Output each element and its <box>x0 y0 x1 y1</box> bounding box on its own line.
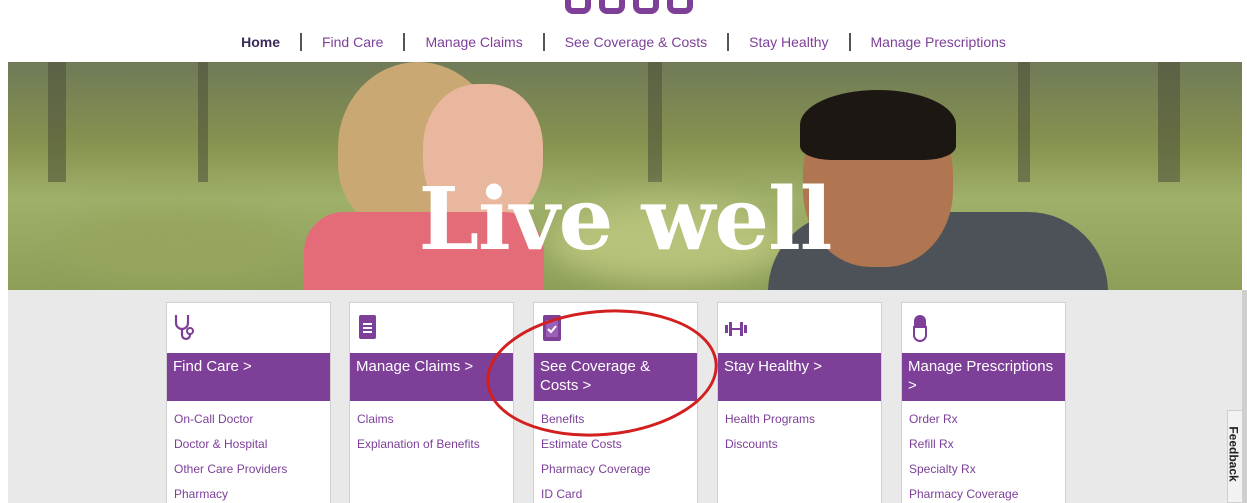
nav-see-coverage-costs[interactable]: See Coverage & Costs <box>545 34 727 50</box>
link-explanation-of-benefits[interactable]: Explanation of Benefits <box>357 436 480 461</box>
link-doctor-hospital[interactable]: Doctor & Hospital <box>174 436 287 461</box>
link-other-care-providers[interactable]: Other Care Providers <box>174 461 287 486</box>
nav-manage-claims[interactable]: Manage Claims <box>405 34 542 50</box>
link-discounts[interactable]: Discounts <box>725 436 815 461</box>
nav-home[interactable]: Home <box>221 34 300 50</box>
hero-banner: Live well <box>8 62 1242 290</box>
link-pharmacy-coverage-rx[interactable]: Pharmacy Coverage <box>909 486 1018 503</box>
stay-healthy-list: Health Programs Discounts <box>725 411 815 461</box>
link-id-card[interactable]: ID Card <box>541 486 650 503</box>
manage-prescriptions-list: Order Rx Refill Rx Specialty Rx Pharmacy… <box>909 411 1018 503</box>
link-claims[interactable]: Claims <box>357 411 480 436</box>
nav-stay-healthy[interactable]: Stay Healthy <box>729 34 848 50</box>
find-care-list: On-Call Doctor Doctor & Hospital Other C… <box>174 411 287 503</box>
manage-claims-list: Claims Explanation of Benefits <box>357 411 480 461</box>
find-care-link[interactable]: Find Care > <box>167 353 330 401</box>
hero-title: Live well <box>418 169 833 270</box>
link-refill-rx[interactable]: Refill Rx <box>909 436 1018 461</box>
card-find-care: Find Care > On-Call Doctor Doctor & Hosp… <box>166 302 331 503</box>
scrollbar[interactable] <box>1242 290 1247 503</box>
link-order-rx[interactable]: Order Rx <box>909 411 1018 436</box>
link-pharmacy-coverage[interactable]: Pharmacy Coverage <box>541 461 650 486</box>
link-estimate-costs[interactable]: Estimate Costs <box>541 436 650 461</box>
stay-healthy-link[interactable]: Stay Healthy > <box>718 353 881 401</box>
link-specialty-rx[interactable]: Specialty Rx <box>909 461 1018 486</box>
nav-manage-prescriptions[interactable]: Manage Prescriptions <box>851 34 1026 50</box>
brand-logo[interactable] <box>565 0 697 16</box>
document-icon <box>359 315 376 339</box>
stethoscope-icon <box>174 315 194 341</box>
manage-prescriptions-link[interactable]: Manage Prescriptions > <box>902 353 1065 401</box>
card-manage-claims: Manage Claims > Claims Explanation of Be… <box>349 302 514 503</box>
pill-icon <box>913 315 927 342</box>
link-health-programs[interactable]: Health Programs <box>725 411 815 436</box>
card-manage-prescriptions: Manage Prescriptions > Order Rx Refill R… <box>901 302 1066 503</box>
dumbbell-icon <box>725 322 747 336</box>
link-pharmacy[interactable]: Pharmacy <box>174 486 287 503</box>
nav-find-care[interactable]: Find Care <box>302 34 403 50</box>
feedback-label: Feedback <box>1226 426 1241 482</box>
link-on-call-doctor[interactable]: On-Call Doctor <box>174 411 287 436</box>
card-stay-healthy: Stay Healthy > Health Programs Discounts <box>717 302 882 503</box>
main-nav: Home Find Care Manage Claims See Coverag… <box>0 30 1247 54</box>
